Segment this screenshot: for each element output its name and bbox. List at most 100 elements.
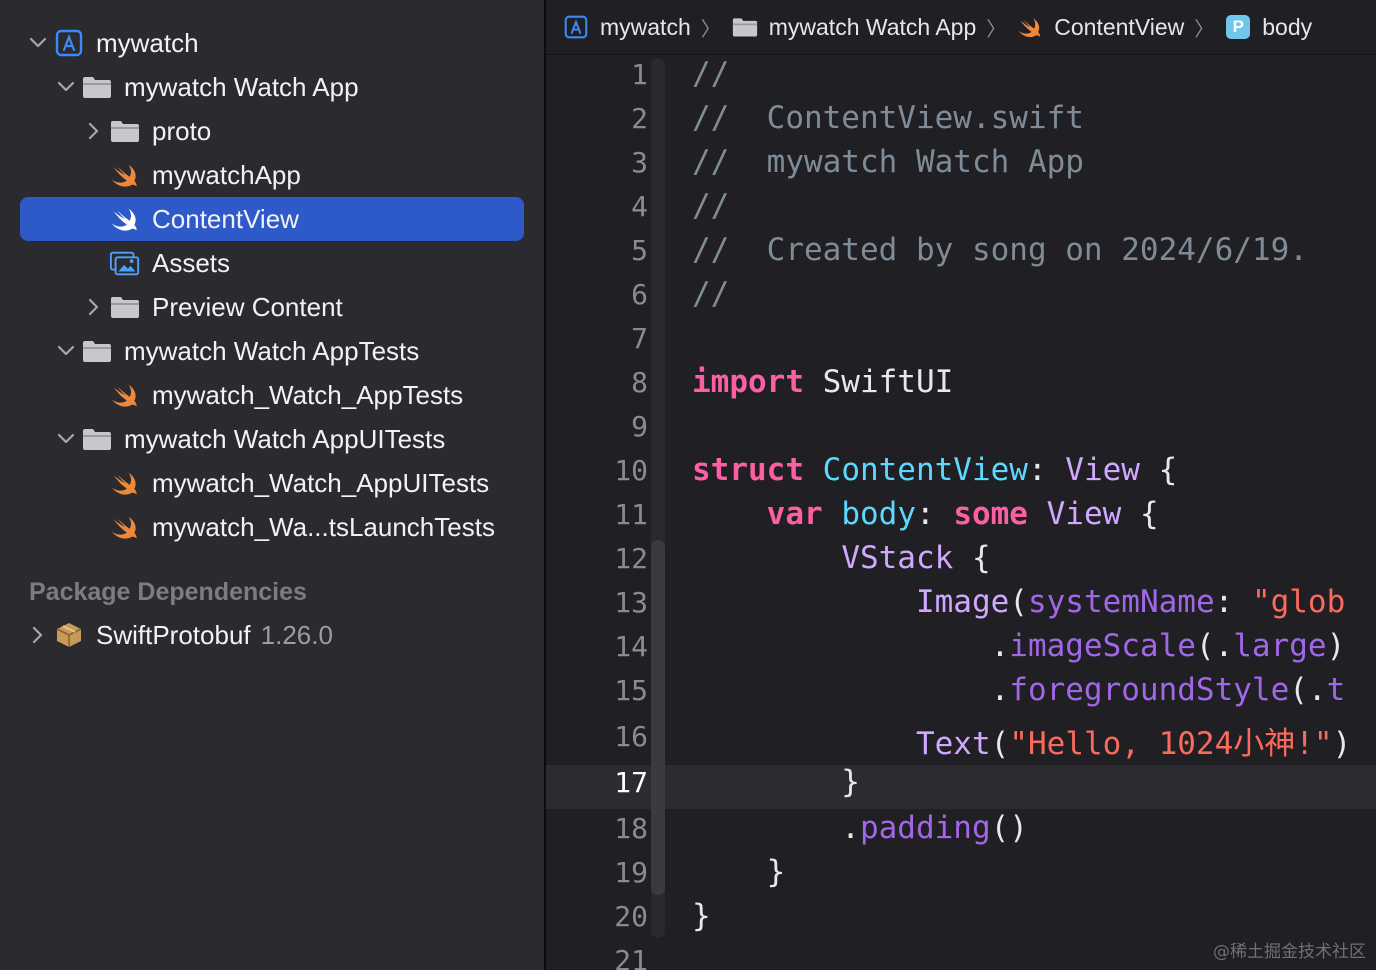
code-token-plain: } xyxy=(692,854,786,890)
sidebar-item-proto[interactable]: proto xyxy=(0,109,544,153)
code-line[interactable]: .foregroundStyle(.t xyxy=(692,672,1346,708)
code-line[interactable]: var body: some View { xyxy=(692,496,1159,532)
sidebar-item-contentview[interactable]: ContentView xyxy=(0,197,544,241)
property-icon: P xyxy=(1224,14,1252,40)
code-line[interactable]: } xyxy=(692,898,711,934)
breadcrumb-separator: 〉 xyxy=(986,18,1007,41)
code-line[interactable]: // xyxy=(692,56,729,92)
line-number: 19 xyxy=(614,856,648,889)
line-number-gutter: 1 2 3 4 5 6 7 8 9 10 11 12 13 14 15 16 17 18 19 20 21 xyxy=(546,56,666,970)
code-token-comment: // xyxy=(692,56,730,92)
code-token-plain: ) xyxy=(1326,628,1346,664)
sidebar-item-assets[interactable]: Assets xyxy=(0,241,544,285)
line-number: 16 xyxy=(614,720,648,753)
code-token-string: "Hello, 1024小神!" xyxy=(1009,726,1333,762)
code-line[interactable]: // xyxy=(692,188,729,224)
package-dependencies-header: Package Dependencies xyxy=(29,578,307,606)
asset-catalog-icon xyxy=(108,248,142,278)
code-token-method: imageScale xyxy=(1009,628,1196,664)
code-token-plain: ( xyxy=(990,726,1010,762)
breadcrumb-item-body[interactable]: Pbody xyxy=(1224,14,1312,41)
chevron-right-icon[interactable] xyxy=(27,624,49,646)
package-label: SwiftProtobuf 1.26.0 xyxy=(96,620,333,651)
code-line[interactable]: Image(systemName: "glob xyxy=(692,584,1345,620)
line-number: 17 xyxy=(614,766,648,799)
code-token-comment: // mywatch Watch App xyxy=(692,144,1084,180)
current-line-highlight xyxy=(546,765,1376,809)
chevron-down-icon[interactable] xyxy=(55,76,77,98)
code-line[interactable]: } xyxy=(692,854,786,890)
code-token-typedecl: body xyxy=(841,496,916,532)
code-token-plain: { xyxy=(953,540,991,576)
code-token-comment: // xyxy=(692,188,730,224)
breadcrumb-label: mywatch Watch App xyxy=(768,13,977,40)
package-name: SwiftProtobuf xyxy=(96,619,251,650)
code-line[interactable]: Text("Hello, 1024小神!") xyxy=(692,718,1351,763)
sidebar-item-label: ContentView xyxy=(152,203,299,234)
sidebar-item-label: mywatchApp xyxy=(152,159,301,190)
property-icon-letter: P xyxy=(1232,17,1244,36)
folder-icon xyxy=(108,292,142,322)
code-token-plain: (. xyxy=(1195,628,1234,664)
chevron-right-icon[interactable] xyxy=(83,120,105,142)
code-line[interactable]: .padding() xyxy=(692,810,1028,846)
code-line[interactable]: } xyxy=(692,764,860,800)
code-editor[interactable]: mywatch 〉 mywatch Watch App 〉 ContentView 〉 Pb… xyxy=(546,0,1376,970)
code-line[interactable]: // Created by song on 2024/6/19. xyxy=(692,232,1308,268)
code-token-comment: // xyxy=(692,276,730,312)
sidebar-item-mywatch-watch-appuitests[interactable]: mywatch Watch AppUITests xyxy=(0,417,544,461)
code-line[interactable]: // xyxy=(692,276,729,312)
chevron-down-icon[interactable] xyxy=(55,340,77,362)
sidebar-item-mywatch-watch-app[interactable]: mywatch Watch App xyxy=(0,65,544,109)
line-number: 3 xyxy=(631,146,648,179)
code-token-plain: { xyxy=(1121,496,1159,532)
code-token-plain: () xyxy=(990,810,1028,846)
sidebar-item-label: mywatch_Watch_AppTests xyxy=(152,379,464,410)
breadcrumb-separator: 〉 xyxy=(700,18,721,41)
code-line[interactable]: .imageScale(.large) xyxy=(692,628,1346,664)
breadcrumb-item-mywatch[interactable]: mywatch xyxy=(562,14,691,41)
breadcrumb-item-contentview[interactable]: ContentView xyxy=(1016,14,1184,41)
code-token-plain: { xyxy=(1139,452,1178,488)
line-number: 5 xyxy=(631,234,648,267)
folder-icon xyxy=(108,116,142,146)
code-line[interactable]: // ContentView.swift xyxy=(692,100,1084,136)
code-token-method: large xyxy=(1233,628,1327,664)
xcode-project-icon xyxy=(562,14,590,40)
sidebar-item-mywatch-wa-tslaunchtests[interactable]: mywatch_Wa...tsLaunchTests xyxy=(0,505,544,549)
sidebar-item-mywatch-watch-apptests[interactable]: mywatch Watch AppTests xyxy=(0,329,544,373)
code-line[interactable]: VStack { xyxy=(692,540,991,576)
folder-icon xyxy=(731,14,759,40)
chevron-right-icon[interactable] xyxy=(83,296,105,318)
breadcrumb-item-mywatch-watch-app[interactable]: mywatch Watch App xyxy=(731,13,977,41)
line-number: 15 xyxy=(614,674,648,707)
sidebar-item-mywatch-watch-appuitests[interactable]: mywatch_Watch_AppUITests xyxy=(0,461,544,505)
code-line[interactable]: // mywatch Watch App xyxy=(692,144,1084,180)
line-number: 18 xyxy=(614,812,648,845)
line-number: 20 xyxy=(614,900,648,933)
code-line[interactable]: import SwiftUI xyxy=(692,364,953,400)
sidebar-item-mywatch[interactable]: mywatch xyxy=(0,21,544,65)
sidebar-item-preview-content[interactable]: Preview Content xyxy=(0,285,544,329)
sidebar-item-mywatch-watch-apptests[interactable]: mywatch_Watch_AppTests xyxy=(0,373,544,417)
line-number: 1 xyxy=(631,58,648,91)
line-number: 11 xyxy=(614,498,648,531)
chevron-down-icon[interactable] xyxy=(27,32,49,54)
package-swiftprotobuf[interactable]: SwiftProtobuf 1.26.0 xyxy=(0,613,544,657)
code-line[interactable]: struct ContentView: View { xyxy=(692,452,1177,488)
chevron-down-icon[interactable] xyxy=(55,428,77,450)
code-token-plain: } xyxy=(692,898,711,934)
line-number: 10 xyxy=(614,454,648,487)
code-token-plain: : xyxy=(1027,452,1066,488)
code-token-method: foregroundStyle xyxy=(1009,672,1290,708)
code-token-plain: . xyxy=(692,810,860,846)
folder-icon xyxy=(80,336,114,366)
package-version: 1.26.0 xyxy=(260,619,333,650)
sidebar-item-mywatchapp[interactable]: mywatchApp xyxy=(0,153,544,197)
